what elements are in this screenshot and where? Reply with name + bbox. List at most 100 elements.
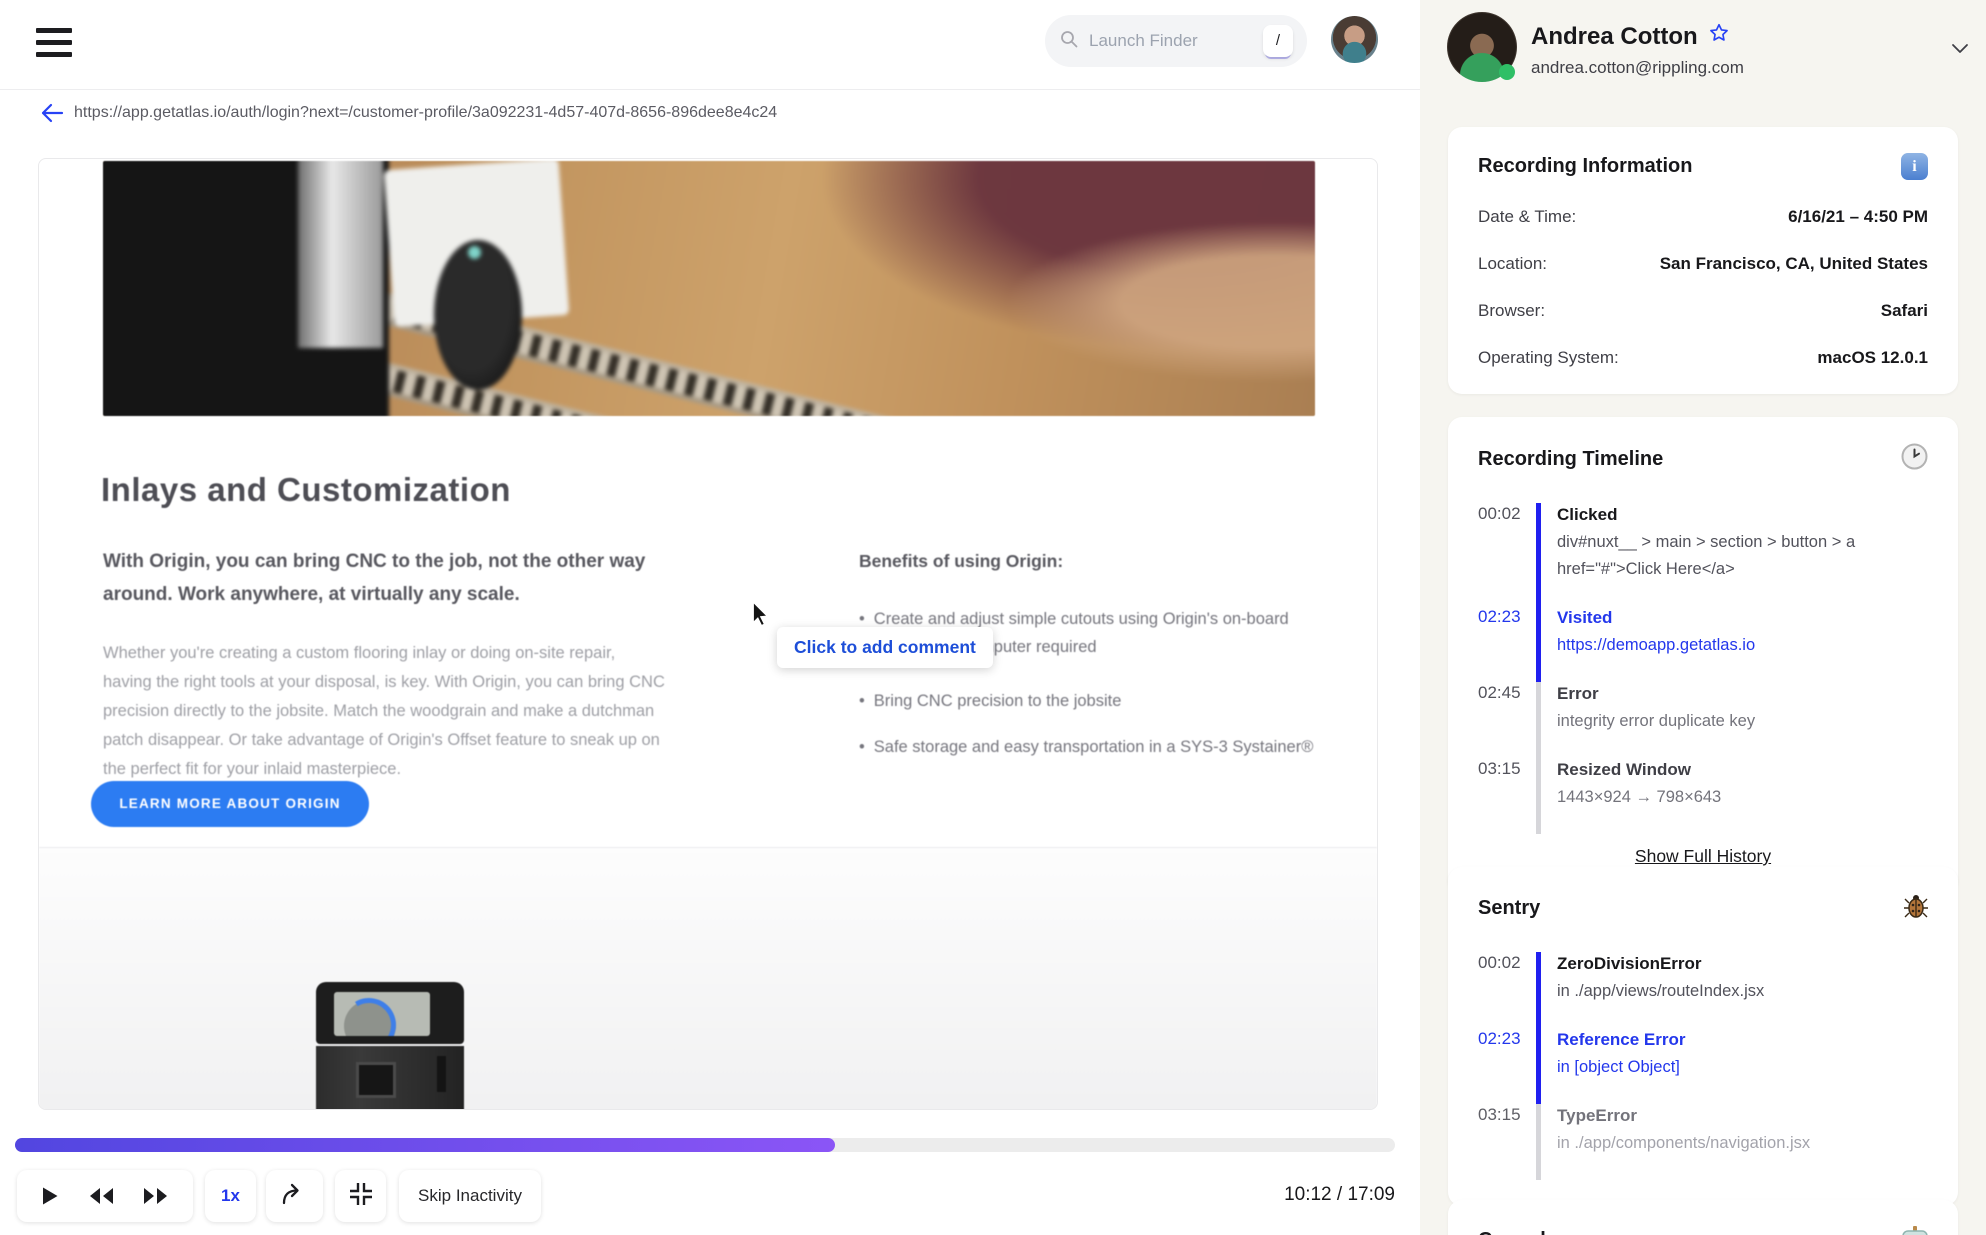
- bug-icon: [1904, 893, 1928, 924]
- event-time[interactable]: 00:02: [1478, 952, 1536, 1028]
- keyboard-shortcut-badge: /: [1263, 25, 1293, 57]
- event-time[interactable]: 03:15: [1478, 1104, 1536, 1180]
- info-row: Location: San Francisco, CA, United Stat…: [1478, 254, 1928, 274]
- event-detail: in ./app/components/navigation.jsx: [1557, 1134, 1811, 1152]
- info-value: Safari: [1880, 301, 1928, 320]
- user-email: andrea.cotton@rippling.com: [1531, 58, 1744, 77]
- details-sidebar: Andrea Cotton andrea.cotton@rippling.com…: [1420, 0, 1986, 1235]
- recording-timeline-title: Recording Timeline: [1478, 447, 1664, 470]
- transport-controls: [17, 1170, 193, 1222]
- show-full-history-link[interactable]: Show Full History: [1478, 846, 1928, 867]
- timeline-event[interactable]: 00:02 Clicked div#nuxt__ > main > sectio…: [1478, 503, 1928, 606]
- page-title: Inlays and Customization: [101, 471, 511, 508]
- event-title: TypeError: [1557, 1106, 1637, 1125]
- url-bar: https://app.getatlas.io/auth/login?next=…: [0, 89, 1420, 141]
- robot-icon: [1902, 1226, 1928, 1235]
- top-bar: Launch Finder /: [0, 0, 1420, 90]
- info-value: macOS 12.0.1: [1817, 348, 1928, 367]
- playback-progress-fill: [15, 1138, 835, 1152]
- event-time[interactable]: 00:02: [1478, 503, 1536, 606]
- event-detail: integrity error duplicate key: [1557, 712, 1756, 730]
- playback-progress-bar[interactable]: [15, 1138, 1395, 1152]
- collapse-corners-icon: [348, 1181, 374, 1212]
- recording-timeline-card: Recording Timeline 00:02 Clicked div#nux…: [1448, 417, 1958, 893]
- benefits-title: Benefits of using Origin:: [859, 551, 1064, 571]
- sentry-event[interactable]: 03:15 TypeError in ./app/components/navi…: [1478, 1104, 1928, 1180]
- share-arrow-icon: [281, 1182, 309, 1211]
- event-time[interactable]: 02:23: [1478, 606, 1536, 682]
- rewind-icon[interactable]: [88, 1187, 114, 1205]
- info-label: Date & Time:: [1478, 207, 1577, 226]
- player-controls: 1x Skip Inactivity 10:12 / 17:09: [0, 1170, 1420, 1222]
- search-placeholder: Launch Finder: [1089, 31, 1198, 50]
- hamburger-menu-icon[interactable]: [36, 28, 72, 60]
- event-title: Visited: [1557, 608, 1613, 627]
- sentry-event[interactable]: 02:23 Reference Error in [object Object]: [1478, 1028, 1928, 1104]
- timeline-event-list: 00:02 Clicked div#nuxt__ > main > sectio…: [1478, 503, 1928, 834]
- event-detail: 1443×924 → 798×643: [1557, 788, 1722, 806]
- sentry-title: Sentry: [1478, 897, 1541, 919]
- favorite-star-icon[interactable]: [1708, 22, 1730, 51]
- event-time[interactable]: 02:45: [1478, 682, 1536, 758]
- event-title: Error: [1557, 684, 1599, 703]
- info-icon: i: [1901, 153, 1928, 180]
- sentry-event-list: 00:02 ZeroDivisionError in ./app/views/r…: [1478, 952, 1928, 1180]
- resize-viewport-button[interactable]: [335, 1170, 386, 1222]
- sentry-card: Sentry 00:02 ZeroDivisionError in ./app/…: [1448, 867, 1958, 1206]
- playback-speed-button[interactable]: 1x: [205, 1170, 256, 1222]
- add-comment-tooltip[interactable]: Click to add comment: [777, 627, 993, 668]
- info-label: Operating System:: [1478, 348, 1619, 367]
- info-label: Location:: [1478, 254, 1547, 273]
- recorded-page-url: https://app.getatlas.io/auth/login?next=…: [74, 104, 778, 121]
- info-label: Browser:: [1478, 301, 1546, 320]
- sentry-event[interactable]: 00:02 ZeroDivisionError in ./app/views/r…: [1478, 952, 1928, 1028]
- timeline-event[interactable]: 02:23 Visited https://demoapp.getatlas.i…: [1478, 606, 1928, 682]
- recording-information-card: Recording Information i Date & Time: 6/1…: [1448, 127, 1958, 394]
- main-area: Launch Finder / https://app.getatlas.io/…: [0, 0, 1420, 1235]
- play-icon[interactable]: [41, 1186, 59, 1206]
- event-link[interactable]: https://demoapp.getatlas.io: [1557, 632, 1755, 659]
- info-row: Browser: Safari: [1478, 301, 1928, 321]
- benefit-item: Safe storage and easy transportation in …: [859, 733, 1337, 761]
- event-detail: div#nuxt__ > main > section > button > a…: [1557, 533, 1856, 578]
- recorded-cursor-icon: [751, 600, 775, 632]
- replay-viewport[interactable]: Inlays and Customization With Origin, yo…: [38, 158, 1378, 1110]
- body-paragraph: Whether you're creating a custom floorin…: [103, 644, 665, 778]
- event-time[interactable]: 02:23: [1478, 1028, 1536, 1104]
- event-title: Reference Error: [1557, 1030, 1686, 1049]
- online-status-dot: [1499, 64, 1515, 80]
- clock-icon: [1901, 443, 1928, 475]
- fast-forward-icon[interactable]: [143, 1187, 169, 1205]
- lead-paragraph: With Origin, you can bring CNC to the jo…: [103, 551, 646, 605]
- learn-more-button: LEARN MORE ABOUT ORIGIN: [91, 781, 369, 827]
- timeline-event[interactable]: 02:45 Error integrity error duplicate ke…: [1478, 682, 1928, 758]
- recording-information-title: Recording Information: [1478, 155, 1693, 177]
- cnc-router-machine: [103, 161, 660, 416]
- session-replay-app: Launch Finder / https://app.getatlas.io/…: [0, 0, 1986, 1235]
- event-title: ZeroDivisionError: [1557, 954, 1702, 973]
- event-title: Resized Window: [1557, 760, 1691, 779]
- event-detail: in [object Object]: [1557, 1058, 1680, 1076]
- skip-inactivity-button[interactable]: Skip Inactivity: [399, 1170, 541, 1222]
- share-button[interactable]: [266, 1170, 323, 1222]
- info-row: Operating System: macOS 12.0.1: [1478, 348, 1928, 368]
- console-card: Console: [1448, 1200, 1958, 1235]
- event-detail: in ./app/views/routeIndex.jsx: [1557, 982, 1765, 1000]
- timeline-event[interactable]: 03:15 Resized Window 1443×924 → 798×643: [1478, 758, 1928, 834]
- event-time[interactable]: 03:15: [1478, 758, 1536, 834]
- recorded-page-content: Inlays and Customization With Origin, yo…: [39, 159, 1377, 1109]
- chevron-down-icon[interactable]: [1948, 36, 1972, 65]
- search-input[interactable]: Launch Finder /: [1045, 15, 1307, 67]
- playback-time: 10:12 / 17:09: [1284, 1184, 1395, 1205]
- current-user-avatar[interactable]: [1331, 16, 1378, 63]
- search-icon: [1059, 29, 1079, 54]
- origin-device-image: [316, 982, 464, 1109]
- info-value: 6/16/21 – 4:50 PM: [1788, 207, 1928, 226]
- benefit-item: Bring CNC precision to the jobsite: [859, 687, 1337, 715]
- info-row: Date & Time: 6/16/21 – 4:50 PM: [1478, 207, 1928, 227]
- hero-photo: [103, 161, 1315, 416]
- info-value: San Francisco, CA, United States: [1659, 254, 1928, 273]
- page-footer-section: WORKST∆TION: [39, 848, 1377, 1109]
- back-arrow-icon[interactable]: [40, 102, 64, 129]
- user-name: Andrea Cotton: [1531, 22, 1698, 50]
